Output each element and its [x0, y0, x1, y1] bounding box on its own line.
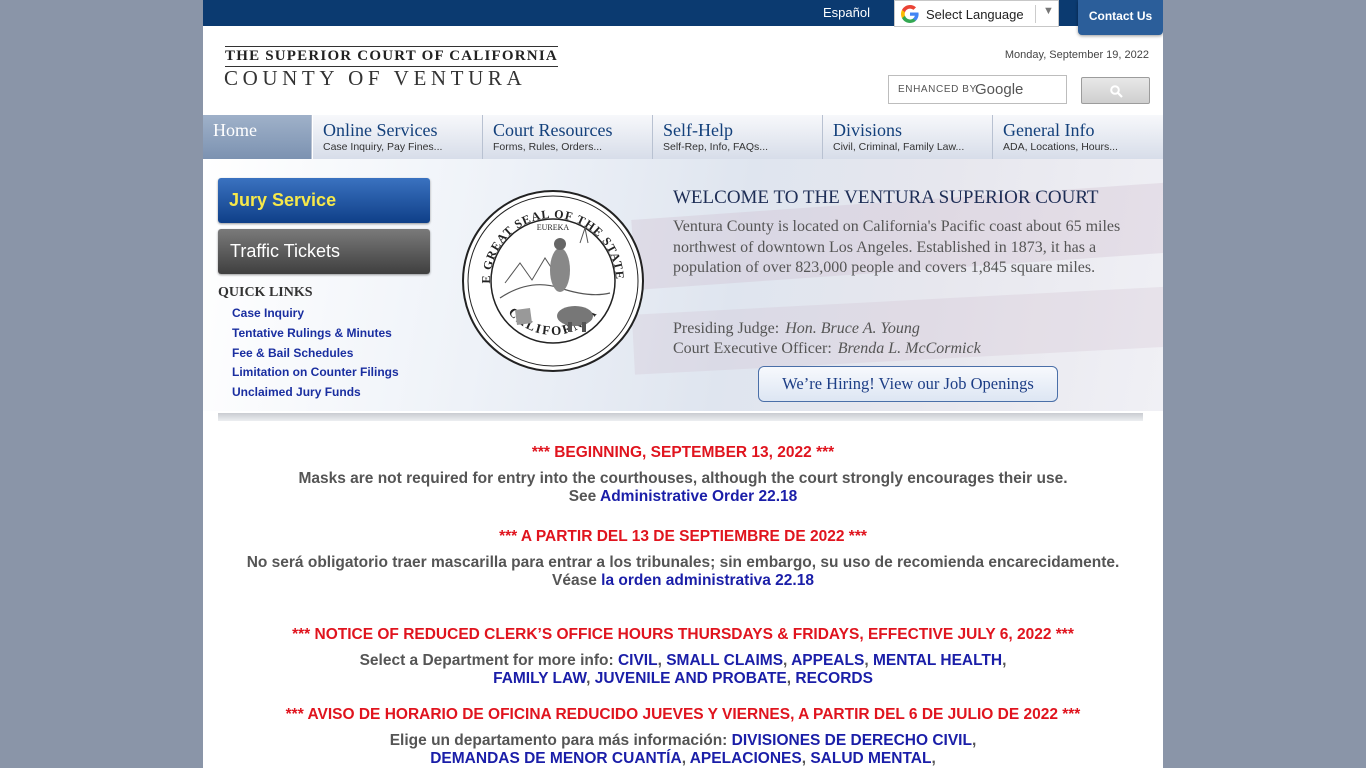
nav-title: Home [213, 120, 257, 140]
notice-heading: *** AVISO DE HORARIO DE OFICINA REDUCIDO… [285, 706, 1081, 723]
quick-link-case-inquiry[interactable]: Case Inquiry [232, 306, 304, 320]
administrative-order-link[interactable]: Administrative Order 22.18 [600, 488, 797, 505]
seal-motto-text: EUREKA [537, 223, 570, 232]
orden-administrativa-link[interactable]: la orden administrativa 22.18 [601, 572, 814, 589]
nav-subtitle: Civil, Criminal, Family Law... [833, 141, 965, 153]
nav-general-info[interactable]: General Info ADA, Locations, Hours... [993, 115, 1163, 159]
quick-link-fee-bail[interactable]: Fee & Bail Schedules [232, 346, 353, 360]
traffic-tickets-button[interactable]: Traffic Tickets [218, 229, 430, 274]
espanol-link[interactable]: Español [823, 5, 870, 20]
dept-link-appeals-es[interactable]: APELACIONES [690, 750, 802, 767]
current-date: Monday, September 19, 2022 [1004, 49, 1149, 61]
dropdown-arrow-icon: ▼ [1043, 5, 1054, 17]
contact-us-button[interactable]: Contact Us [1078, 0, 1163, 35]
nav-title: Self-Help [663, 120, 733, 140]
nav-self-help[interactable]: Self-Help Self-Rep, Info, FAQs... [653, 115, 823, 159]
nav-title: Online Services [323, 120, 438, 140]
dept-link-mental-health-es[interactable]: SALUD MENTAL [810, 750, 931, 767]
job-openings-button[interactable]: We’re Hiring! View our Job Openings [758, 366, 1058, 402]
language-select[interactable]: Select Language ▼ [894, 0, 1059, 27]
dept-link-small-claims-es[interactable]: DEMANDAS DE MENOR CUANTÍA [430, 750, 681, 767]
intro-text: Ventura County is located on California'… [673, 218, 1121, 276]
nav-title: General Info [1003, 120, 1095, 140]
notice-body: Masks are not required for entry into th… [298, 470, 1068, 487]
search-icon [1110, 85, 1123, 98]
court-logo-title[interactable]: THE SUPERIOR COURT OF CALIFORNIA [225, 46, 558, 67]
notice-heading: *** BEGINNING, SEPTEMBER 13, 2022 *** [531, 444, 835, 461]
nav-subtitle: Self-Rep, Info, FAQs... [663, 141, 769, 153]
dept-link-juvenile-probate[interactable]: JUVENILE AND PROBATE [595, 670, 787, 687]
court-logo-county[interactable]: COUNTY OF VENTURA [224, 66, 526, 91]
ceo-name: Brenda L. McCormick [837, 340, 981, 357]
dept-link-small-claims[interactable]: SMALL CLAIMS [666, 652, 783, 669]
presiding-judge-label: Presiding Judge: [673, 320, 780, 337]
department-links-line: DEMANDAS DE MENOR CUANTÍA, APELACIONES, … [430, 750, 936, 767]
welcome-heading: WELCOME TO THE VENTURA SUPERIOR COURT [673, 187, 1099, 208]
hero-banner: Jury Service Traffic Tickets QUICK LINKS… [203, 159, 1163, 411]
dept-link-appeals[interactable]: APPEALS [791, 652, 864, 669]
department-prefix: Elige un departamento para más informaci… [389, 732, 728, 749]
nav-title: Court Resources [493, 120, 613, 140]
language-select-label: Select Language [926, 7, 1024, 22]
select-separator [1035, 5, 1036, 23]
google-icon [901, 5, 919, 26]
nav-court-resources[interactable]: Court Resources Forms, Rules, Orders... [483, 115, 653, 159]
nav-subtitle: Forms, Rules, Orders... [493, 141, 603, 153]
nav-divisions[interactable]: Divisions Civil, Criminal, Family Law... [823, 115, 993, 159]
notice-heading: *** NOTICE OF REDUCED CLERK’S OFFICE HOU… [292, 626, 1074, 643]
presiding-judge-name: Hon. Bruce A. Young [785, 320, 920, 337]
dept-link-mental-health[interactable]: MENTAL HEALTH [873, 652, 1002, 669]
notice-body: No será obligatorio traer mascarilla par… [246, 554, 1120, 571]
nav-title: Divisions [833, 120, 903, 140]
ceo-label: Court Executive Officer: [673, 340, 832, 357]
department-links-line: FAMILY LAW, JUVENILE AND PROBATE, RECORD… [493, 670, 873, 687]
presiding-judge: Presiding Judge: Hon. Bruce A. Young [673, 320, 920, 338]
notice-heading: *** A PARTIR DEL 13 DE SEPTIEMBRE DE 202… [499, 528, 867, 545]
see-label: See [568, 488, 597, 505]
jury-service-button[interactable]: Jury Service [218, 178, 430, 223]
nav-online-services[interactable]: Online Services Case Inquiry, Pay Fines.… [313, 115, 483, 159]
search-enhanced-label: ENHANCED BY [898, 84, 977, 95]
department-links-line: Elige un departamento para más informaci… [389, 732, 977, 749]
quick-link-tentative-rulings[interactable]: Tentative Rulings & Minutes [232, 326, 392, 340]
dept-link-family-law[interactable]: FAMILY LAW [493, 670, 586, 687]
section-divider [218, 413, 1143, 421]
california-seal-icon: THE GREAT SEAL OF THE STATE OF CALIFORNI… [460, 188, 644, 372]
quick-link-unclaimed-funds[interactable]: Unclaimed Jury Funds [232, 385, 361, 399]
nav-subtitle: ADA, Locations, Hours... [1003, 141, 1118, 153]
search-button[interactable] [1081, 77, 1150, 104]
quick-link-counter-filings[interactable]: Limitation on Counter Filings [232, 365, 399, 379]
dept-link-civil-es[interactable]: DIVISIONES DE DERECHO CIVIL [732, 732, 972, 749]
notice-see-line: Véase la orden administrativa 22.18 [203, 572, 1163, 590]
notice-see-line: See Administrative Order 22.18 [203, 488, 1163, 506]
department-links-line: Select a Department for more info: CIVIL… [359, 652, 1007, 669]
search-input[interactable]: ENHANCED BY Google [888, 75, 1067, 104]
court-executive-officer: Court Executive Officer: Brenda L. McCorm… [673, 340, 981, 358]
search-google-label: Google [975, 81, 1024, 98]
dept-link-records[interactable]: RECORDS [795, 670, 873, 687]
dept-link-civil[interactable]: CIVIL [618, 652, 658, 669]
see-label: Véase [552, 572, 597, 589]
quick-links-title: QUICK LINKS [218, 285, 313, 300]
department-prefix: Select a Department for more info: [359, 652, 614, 669]
nav-home[interactable]: Home [203, 115, 312, 159]
nav-subtitle: Case Inquiry, Pay Fines... [323, 141, 443, 153]
main-nav: Home Online Services Case Inquiry, Pay F… [203, 115, 1163, 159]
page: Español Select Language ▼ Contact Us THE… [203, 0, 1163, 768]
